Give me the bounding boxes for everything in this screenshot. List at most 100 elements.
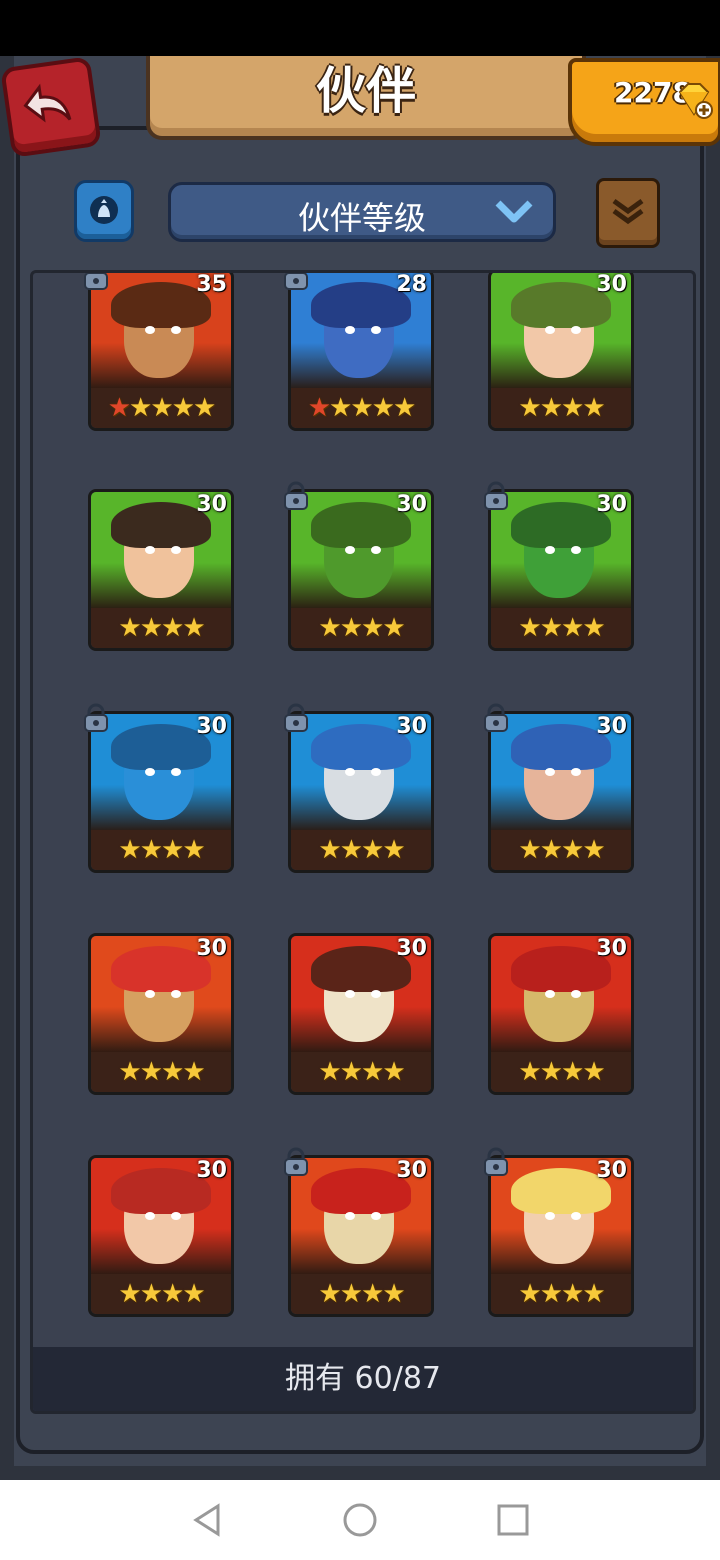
star-icon: ★ <box>171 393 195 423</box>
back-button[interactable] <box>0 56 102 158</box>
star-icon: ★ <box>161 835 184 865</box>
star-icon: ★ <box>518 393 541 423</box>
hero-eye <box>371 990 381 998</box>
hero-card[interactable]: 30 ★★★★ <box>488 1155 634 1317</box>
hero-card[interactable]: 30 ★★★★ <box>488 272 634 431</box>
filter-button[interactable] <box>74 180 134 242</box>
hero-card[interactable]: 28 ★★★★★ <box>288 272 434 431</box>
star-icon: ★ <box>339 835 363 865</box>
hero-eye <box>345 326 355 334</box>
star-icon: ★ <box>107 393 131 423</box>
hero-card[interactable]: 30 ★★★★ <box>88 711 234 873</box>
star-icon: ★ <box>561 393 584 423</box>
star-icon: ★ <box>361 613 384 643</box>
star-icon: ★ <box>182 1057 205 1087</box>
hero-level: 30 <box>396 1158 427 1183</box>
hero-eye <box>545 1212 555 1220</box>
hero-stars: ★★★★ <box>91 1274 231 1314</box>
hero-card[interactable]: 35 ★★★★★ <box>88 273 234 431</box>
star-icon: ★ <box>561 1057 584 1087</box>
hero-eye <box>145 1212 155 1220</box>
star-icon: ★ <box>139 1279 163 1309</box>
star-icon: ★ <box>392 393 416 423</box>
hero-level: 30 <box>196 936 227 961</box>
hero-level: 30 <box>396 936 427 961</box>
gem-plus-icon <box>678 83 713 119</box>
star-icon: ★ <box>118 835 141 865</box>
hero-level: 30 <box>596 1158 627 1183</box>
star-icon: ★ <box>382 835 405 865</box>
hero-stars: ★★★★ <box>91 830 231 870</box>
star-icon: ★ <box>182 1279 205 1309</box>
hero-eye <box>571 546 581 554</box>
star-icon: ★ <box>539 613 563 643</box>
owned-count: 拥有 60/87 <box>33 1347 693 1411</box>
hero-card[interactable]: 30 ★★★★ <box>88 489 234 651</box>
star-icon: ★ <box>518 1057 541 1087</box>
hero-list[interactable]: 拥有 60/87 35 ★★★★★ 28 ★★★★★ 30 ★★★★ 30 ★★★★ 30 ★★★… <box>30 270 696 1414</box>
star-icon: ★ <box>361 1057 384 1087</box>
star-icon: ★ <box>582 835 605 865</box>
star-icon: ★ <box>118 613 141 643</box>
hero-stars: ★★★★ <box>491 1274 631 1314</box>
hero-card[interactable]: 30 ★★★★ <box>288 933 434 1095</box>
star-icon: ★ <box>339 1057 363 1087</box>
hero-eye <box>145 546 155 554</box>
star-icon: ★ <box>339 1279 363 1309</box>
star-icon: ★ <box>118 1279 141 1309</box>
star-icon: ★ <box>582 1057 605 1087</box>
lock-icon <box>482 481 510 511</box>
star-icon: ★ <box>582 613 605 643</box>
hero-card[interactable]: 30 ★★★★ <box>88 933 234 1095</box>
hero-eye <box>545 546 555 554</box>
hero-stars: ★★★★ <box>491 388 631 428</box>
hero-stars: ★★★★ <box>291 608 431 648</box>
hero-level: 30 <box>596 272 627 297</box>
hero-eye <box>571 768 581 776</box>
gem-counter[interactable]: 2278 <box>568 58 720 146</box>
status-bar <box>0 0 720 56</box>
hero-level: 28 <box>396 272 427 297</box>
star-icon: ★ <box>161 1279 184 1309</box>
star-icon: ★ <box>150 393 173 423</box>
hero-card[interactable]: 30 ★★★★ <box>288 711 434 873</box>
lock-icon <box>282 703 310 733</box>
hero-card[interactable]: 30 ★★★★ <box>88 1155 234 1317</box>
hero-card[interactable]: 30 ★★★★ <box>488 933 634 1095</box>
star-icon: ★ <box>361 835 384 865</box>
nav-recents-icon[interactable] <box>496 1502 530 1538</box>
star-icon: ★ <box>318 613 341 643</box>
star-icon: ★ <box>318 1057 341 1087</box>
sort-dropdown[interactable]: 伙伴等级 <box>168 182 556 242</box>
chevron-down-icon <box>495 200 533 223</box>
hero-stars: ★★★★ <box>291 830 431 870</box>
star-icon: ★ <box>518 1279 541 1309</box>
hero-stars: ★★★★ <box>491 1052 631 1092</box>
nav-back-icon[interactable] <box>190 1502 224 1538</box>
star-icon: ★ <box>382 1057 405 1087</box>
hero-card[interactable]: 30 ★★★★ <box>488 489 634 651</box>
hero-stars: ★★★★ <box>91 1052 231 1092</box>
lock-icon <box>282 1147 310 1177</box>
hero-card[interactable]: 30 ★★★★ <box>288 1155 434 1317</box>
hero-level: 30 <box>396 714 427 739</box>
star-icon: ★ <box>518 835 541 865</box>
star-icon: ★ <box>350 393 373 423</box>
lock-icon <box>82 273 110 291</box>
star-icon: ★ <box>318 835 341 865</box>
star-icon: ★ <box>139 1057 163 1087</box>
hero-card[interactable]: 30 ★★★★ <box>288 489 434 651</box>
star-icon: ★ <box>382 613 405 643</box>
lock-icon <box>282 273 310 291</box>
star-icon: ★ <box>182 835 205 865</box>
star-icon: ★ <box>139 835 163 865</box>
hero-level: 30 <box>196 1158 227 1183</box>
hero-eye <box>345 990 355 998</box>
hero-eye <box>171 546 181 554</box>
hero-eye <box>545 990 555 998</box>
book-button[interactable] <box>596 178 660 248</box>
nav-home-icon[interactable] <box>342 1502 378 1538</box>
hero-card[interactable]: 30 ★★★★ <box>488 711 634 873</box>
hero-eye <box>571 990 581 998</box>
star-icon: ★ <box>129 393 152 423</box>
